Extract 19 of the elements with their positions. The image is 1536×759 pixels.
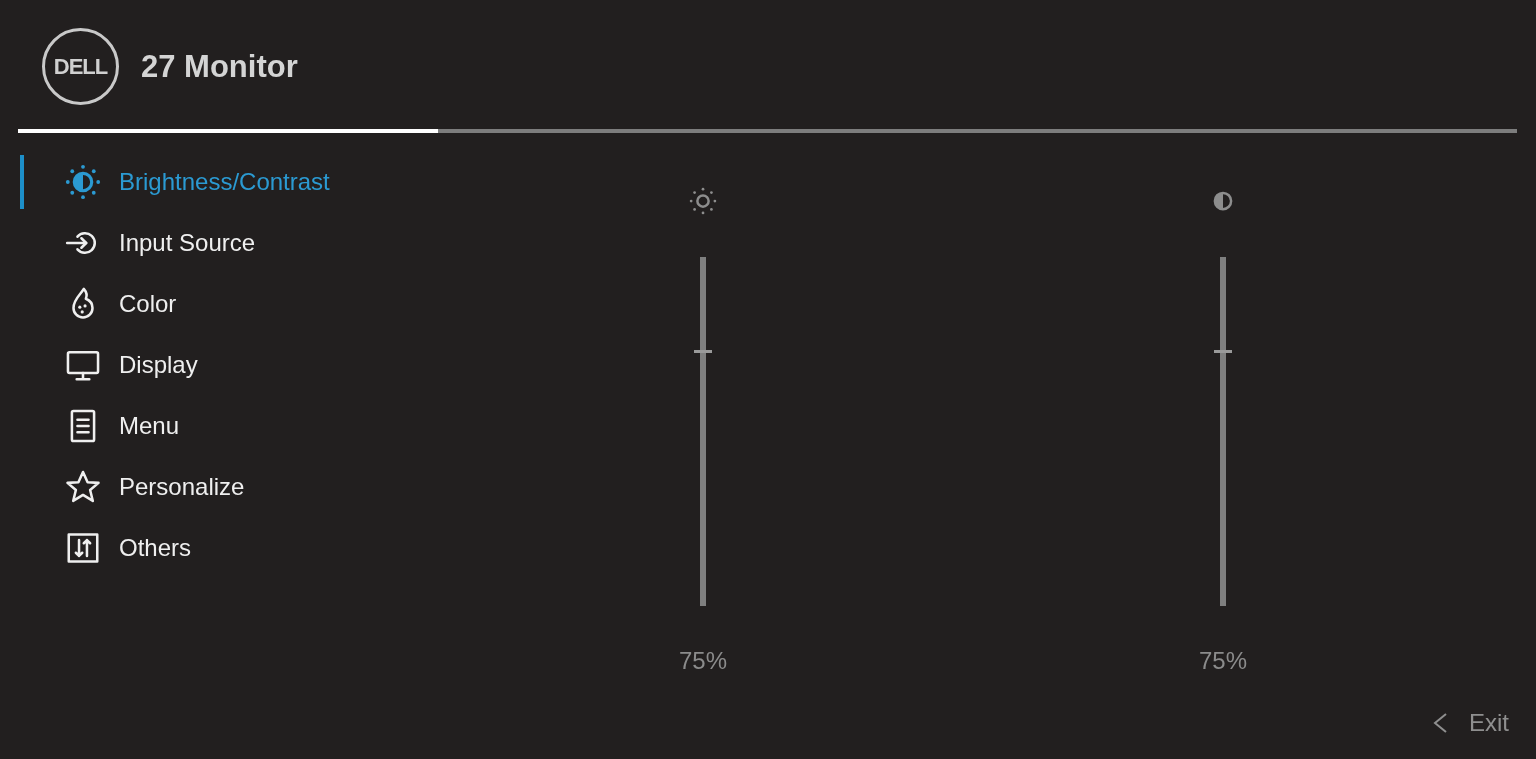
chevron-left-icon [1433,713,1447,733]
slider-track[interactable] [694,256,712,607]
slider-value: 75% [1198,649,1247,673]
menu-item[interactable]: Personalize [20,460,249,514]
slider-track[interactable] [1214,256,1232,607]
menu-item[interactable]: Display [20,338,202,392]
menu-item[interactable]: Color [20,277,181,331]
slider-value: 75% [678,649,727,673]
menu-item[interactable]: Input Source [20,216,260,270]
brightness-sun-icon [688,186,718,216]
menu-item[interactable]: Brightness/Contrast [20,155,334,209]
monitor-title: 27 Monitor [141,51,298,82]
logo: DELL [42,28,119,105]
brightness-contrast-icon [64,163,102,201]
slider-thumb[interactable] [694,349,712,353]
menu-item[interactable]: Menu [20,399,184,453]
slider-thumb[interactable] [1214,349,1232,353]
menu-item[interactable]: Others [20,521,196,575]
exit-button[interactable]: Exit [1433,711,1509,735]
